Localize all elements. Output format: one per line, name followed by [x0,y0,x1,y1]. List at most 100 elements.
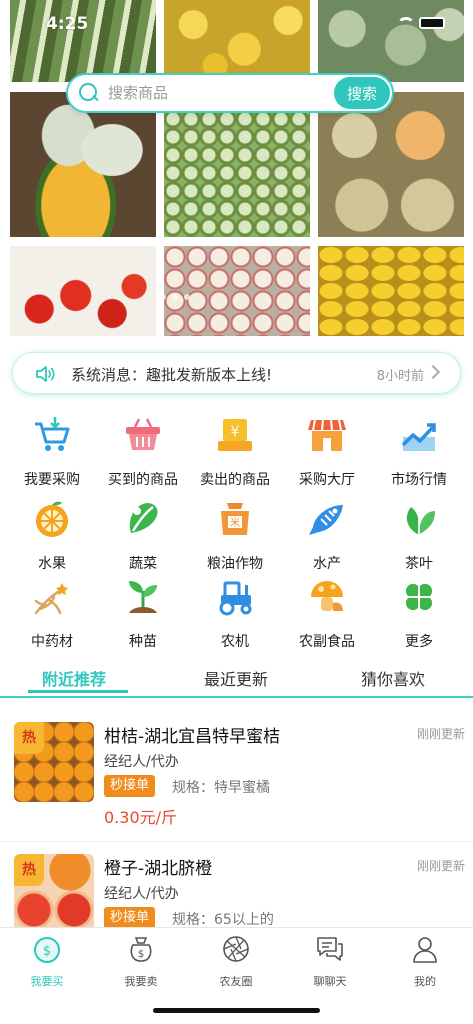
search-bar[interactable]: 搜索 [66,73,394,113]
mushroom-icon [311,581,343,611]
tab-recent[interactable]: 最近更新 [204,666,268,690]
product-spec: 规格：65以上的 [172,912,274,928]
profile-icon [413,937,437,963]
nav-profile[interactable]: 我的 [390,934,460,989]
category-agri-food[interactable]: 农副食品 [282,577,372,651]
search-icon [78,82,100,104]
search-button[interactable]: 搜索 [334,77,390,109]
hot-badge: 热 [14,722,44,754]
product-spec: 规格：特早蜜橘 [172,780,270,796]
category-label: 水果 [38,556,66,572]
category-label: 蔬菜 [129,556,157,572]
pager-dot [160,294,166,300]
ginseng-icon [34,583,68,615]
banner-carousel[interactable]: 4:25 搜索 [0,0,473,338]
pager-dot [172,294,178,300]
divider [0,841,473,842]
product-agent: 经纪人/代办 [104,754,179,770]
category-bought[interactable]: 买到的商品 [98,415,188,489]
product-title: 柑桔-湖北宜昌特早蜜桔 [104,727,281,747]
grain-sack-icon: 米 [221,503,249,535]
category-label: 中药材 [31,634,73,650]
home-indicator [153,1008,320,1013]
battery-icon [419,17,445,29]
banner-image-yellow-melons [164,0,310,82]
active-tab-indicator [28,690,128,693]
nav-buy[interactable]: $ 我要买 [12,934,82,989]
wifi-icon [395,17,415,29]
category-grain[interactable]: 米 粮油作物 [190,499,280,573]
category-label: 农机 [221,634,249,650]
nav-label: 农友圈 [219,975,253,988]
notice-time: 8小时前 [376,369,424,384]
basket-icon [126,418,160,450]
banner-image-cantaloupe [318,92,464,237]
product-price: 0.30元/斤 [104,808,178,827]
search-input[interactable] [108,84,318,102]
product-image: 热 [14,854,94,934]
category-herbal[interactable]: 中药材 [7,577,97,651]
category-label: 更多 [405,634,433,650]
speaker-icon [36,366,55,382]
category-purchase-hall[interactable]: 采购大厅 [282,415,372,489]
trend-chart-icon [401,423,436,451]
quick-order-tag: 秒接单 [104,775,156,797]
tab-guess-you-like[interactable]: 猜你喜欢 [361,666,425,690]
category-aquatic[interactable]: 水产 [282,499,372,573]
category-market[interactable]: 市场行情 [374,415,464,489]
tab-nearby[interactable]: 附近推荐 [42,666,106,690]
banner-image-mangoes [318,246,464,336]
hot-badge: 热 [14,854,44,886]
carousel-pager [160,294,190,300]
nav-label: 我要买 [30,975,64,988]
banner-image-papaya-basket [10,92,156,237]
product-image: 热 [14,722,94,802]
category-more[interactable]: 更多 [374,577,464,651]
banner-image-white-peaches [164,246,310,336]
nav-label: 聊聊天 [313,975,347,988]
product-updated: 刚刚更新 [416,727,465,741]
sell-icon: $ [130,937,152,962]
pager-dot [184,294,190,300]
quick-order-tag: 秒接单 [104,907,156,929]
seedling-icon [129,581,157,613]
svg-text:米: 米 [230,516,240,529]
money-box-icon: ¥ [218,419,252,451]
svg-text:$: $ [138,949,144,960]
category-tea[interactable]: 茶叶 [374,499,464,573]
nav-community[interactable]: 农友圈 [201,934,271,989]
category-sold[interactable]: ¥ 卖出的商品 [190,415,280,489]
chat-icon [317,937,343,961]
category-machinery[interactable]: 农机 [190,577,280,651]
nav-label: 我要卖 [124,975,158,988]
tea-leaf-icon [406,507,435,535]
category-label: 种苗 [129,634,157,650]
category-vegetable[interactable]: 蔬菜 [98,499,188,573]
status-icons [395,17,445,29]
product-title: 橙子-湖北脐橙 [104,859,213,879]
category-label: 粮油作物 [207,556,263,572]
notice-text: 系统消息：趣批发新版本上线! [71,366,273,384]
tractor-icon [219,581,252,616]
svg-text:$: $ [43,944,51,959]
product-card[interactable]: 热 柑桔-湖北宜昌特早蜜桔 刚刚更新 经纪人/代办 秒接单 规格：特早蜜橘 0.… [0,722,473,852]
nav-sell[interactable]: $ 我要卖 [106,934,176,989]
vegetable-icon [129,503,158,533]
category-label: 水产 [313,556,341,572]
banner-image-melon-stripes [10,0,156,82]
category-label: 我要采购 [24,472,80,488]
banner-image-green-melons [318,0,464,82]
clover-icon [405,583,433,611]
nav-chat[interactable]: 聊聊天 [295,934,365,989]
category-label: 卖出的商品 [200,472,270,488]
product-updated: 刚刚更新 [416,859,465,873]
fish-icon [309,505,343,535]
orange-icon [36,501,68,537]
chevron-right-icon [425,364,441,380]
system-notice[interactable]: 系统消息：趣批发新版本上线! 8小时前 [12,352,461,394]
banner-image-tomatoes [10,246,156,336]
category-buy[interactable]: 我要采购 [7,415,97,489]
category-fruit[interactable]: 水果 [7,499,97,573]
shopping-cart-icon [35,417,70,451]
category-seedling[interactable]: 种苗 [98,577,188,651]
